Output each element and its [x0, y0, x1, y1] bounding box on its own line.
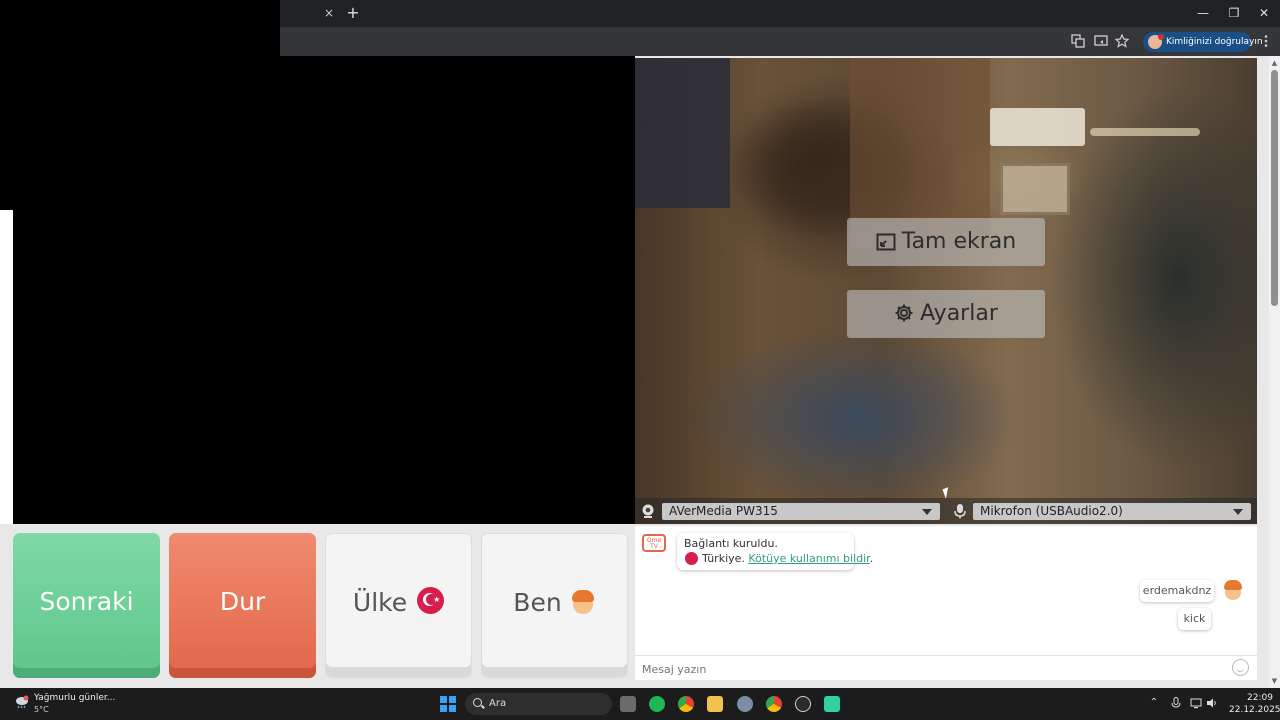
cast-icon[interactable]	[1093, 34, 1109, 50]
scroll-down-icon[interactable]: ▼	[1270, 677, 1279, 685]
task-view-icon[interactable]	[620, 696, 636, 712]
connection-status-text: Bağlantı kuruldu.	[684, 537, 778, 550]
close-window-button[interactable]: ✕	[1255, 4, 1273, 22]
next-button-label: Sonraki	[39, 587, 134, 616]
chrome-icon[interactable]	[678, 696, 694, 712]
report-period: .	[869, 552, 874, 565]
obs-icon[interactable]	[795, 696, 811, 712]
emoji-icon[interactable]	[1232, 659, 1249, 676]
minimize-button[interactable]: —	[1194, 4, 1212, 22]
chat-divider	[635, 655, 1257, 656]
windows-taskbar	[0, 688, 1280, 720]
chat-message-input[interactable]	[642, 660, 1222, 678]
country-filter-button[interactable]: Ülke ★	[325, 533, 472, 678]
chrome-canary-icon[interactable]	[766, 696, 782, 712]
microphone-select[interactable]: Mikrofon (USBAudio2.0)	[973, 503, 1251, 520]
stop-button-label: Dur	[219, 587, 266, 616]
settings-button[interactable]: Ayarlar	[847, 290, 1045, 338]
new-tab-button[interactable]: +	[346, 4, 360, 22]
weather-temperature: 5°C	[34, 705, 49, 714]
chat-message: erdemakdnz	[1140, 580, 1214, 602]
chevron-up-icon[interactable]: ⌃	[1148, 697, 1160, 709]
chevron-down-icon	[922, 509, 932, 515]
taskbar-search-label: Ara	[489, 698, 507, 709]
gear-icon	[895, 304, 913, 322]
video-scene-air-conditioner	[990, 108, 1085, 146]
network-icon[interactable]	[1190, 697, 1202, 709]
profile-avatar	[1148, 34, 1164, 49]
country-button-label: Ülke	[352, 588, 408, 617]
stop-button[interactable]: Dur	[169, 533, 316, 678]
webcam-icon	[640, 503, 656, 519]
next-button[interactable]: Sonraki	[13, 533, 160, 678]
turkey-flag-icon: ★	[417, 587, 445, 614]
taskbar-search[interactable]: Ara	[465, 693, 612, 715]
me-gender-button[interactable]: Ben	[481, 533, 628, 678]
profile-verify-chip[interactable]: Kimliğinizi doğrulayın	[1143, 32, 1263, 52]
settings-label: Ayarlar	[920, 301, 998, 326]
scrollbar-thumb[interactable]	[1271, 70, 1278, 306]
me-button-label: Ben	[513, 588, 562, 617]
clock-time[interactable]: 22:09	[1247, 693, 1273, 703]
weather-title[interactable]: Yağmurlu günler...	[34, 693, 115, 703]
country-line: Türkiye. Kötüye kullanımı bildir.	[702, 552, 873, 565]
microphone-icon	[952, 503, 968, 519]
camera-select[interactable]: AVerMedia PW315	[662, 503, 940, 520]
windows-start-icon[interactable]	[440, 696, 456, 712]
search-icon	[473, 698, 482, 707]
boy-avatar-icon	[570, 589, 596, 615]
tab-close-button[interactable]: ×	[322, 5, 336, 21]
volume-icon[interactable]	[1206, 697, 1218, 709]
spotify-icon[interactable]	[649, 696, 665, 712]
clock-date[interactable]: 22.12.2025	[1229, 705, 1280, 715]
chevron-down-icon	[1233, 509, 1243, 515]
fullscreen-button[interactable]: Tam ekran	[847, 218, 1045, 266]
video-scene-string-lights	[1090, 128, 1200, 136]
profile-chip-label: Kimliğinizi doğrulayın	[1166, 37, 1263, 47]
turkey-flag-icon	[685, 552, 698, 565]
blacked-out-region	[0, 0, 280, 210]
microphone-select-value: Mikrofon (USBAudio2.0)	[980, 504, 1123, 518]
fullscreen-icon	[876, 233, 896, 251]
video-scene-curtain	[635, 58, 730, 208]
camera-select-value: AVerMedia PW315	[669, 504, 778, 518]
country-name: Türkiye.	[702, 552, 745, 565]
report-abuse-link[interactable]: Kötüye kullanımı bildir	[748, 552, 869, 565]
maximize-button[interactable]: ❐	[1225, 4, 1243, 22]
kebab-menu-icon[interactable]	[1258, 34, 1274, 50]
rain-cloud-icon[interactable]	[14, 694, 30, 709]
fullscreen-label: Tam ekran	[901, 229, 1017, 254]
translate-icon[interactable]	[1070, 34, 1086, 50]
scroll-up-icon[interactable]: ▲	[1270, 59, 1279, 67]
my-avatar-icon	[1222, 579, 1244, 601]
ometv-logo: Ome TV	[642, 534, 666, 552]
settings-icon[interactable]	[737, 696, 753, 712]
file-explorer-icon[interactable]	[707, 696, 723, 712]
video-scene-picture-frame	[1000, 163, 1070, 215]
microphone-tray-icon[interactable]	[1170, 697, 1182, 709]
chat-message: kick	[1178, 608, 1211, 630]
app-icon[interactable]	[824, 696, 840, 712]
star-icon[interactable]	[1114, 33, 1130, 50]
